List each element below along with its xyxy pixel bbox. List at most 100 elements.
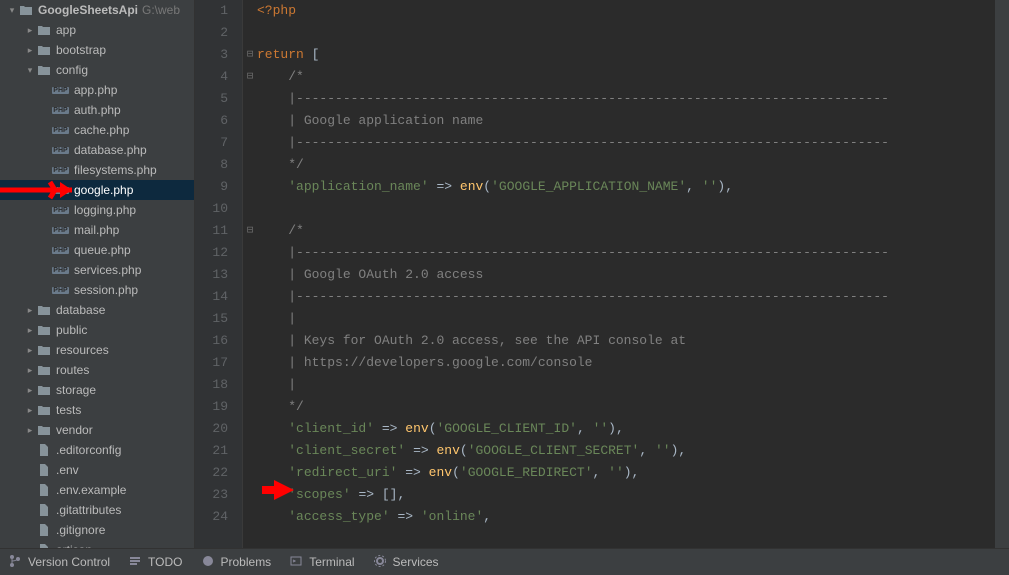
code-line[interactable]: |---------------------------------------… [257,286,995,308]
line-number[interactable]: 13 [195,264,228,286]
chevron-right-icon[interactable]: ▸ [24,25,36,36]
code-line[interactable]: 'client_id' => env('GOOGLE_CLIENT_ID', '… [257,418,995,440]
code-line[interactable]: 'redirect_uri' => env('GOOGLE_REDIRECT',… [257,462,995,484]
tool-tab-problems[interactable]: Problems [201,554,272,571]
tree-item-filesystems-php[interactable]: PHPfilesystems.php [0,160,194,180]
line-number[interactable]: 3 [195,44,228,66]
chevron-down-icon[interactable]: ▾ [24,65,36,76]
code-line[interactable]: | [257,374,995,396]
tree-item-public[interactable]: ▸public [0,320,194,340]
tree-item-google-php[interactable]: PHPgoogle.php [0,180,194,200]
code-line[interactable]: 'scopes' => [], [257,484,995,506]
code-line[interactable]: return [ [257,44,995,66]
project-tree-panel[interactable]: ▾GoogleSheetsApiG:\web▸app▸bootstrap▾con… [0,0,195,548]
code-line[interactable]: | [257,308,995,330]
tree-item-mail-php[interactable]: PHPmail.php [0,220,194,240]
line-number[interactable]: 9 [195,176,228,198]
tree-item-services-php[interactable]: PHPservices.php [0,260,194,280]
chevron-right-icon[interactable]: ▸ [24,45,36,56]
code-line[interactable]: 'application_name' => env('GOOGLE_APPLIC… [257,176,995,198]
tree-item--gitignore[interactable]: .gitignore [0,520,194,540]
tree-item--gitattributes[interactable]: .gitattributes [0,500,194,520]
chevron-down-icon[interactable]: ▾ [6,5,18,16]
line-number[interactable]: 5 [195,88,228,110]
tree-item--env[interactable]: .env [0,460,194,480]
tree-item-artisan[interactable]: artisan [0,540,194,548]
tree-item-resources[interactable]: ▸resources [0,340,194,360]
code-line[interactable]: <?php [257,0,995,22]
line-number[interactable]: 18 [195,374,228,396]
tree-item--env-example[interactable]: .env.example [0,480,194,500]
code-line[interactable]: | Google OAuth 2.0 access [257,264,995,286]
code-line[interactable]: | Keys for OAuth 2.0 access, see the API… [257,330,995,352]
code-line[interactable]: | Google application name [257,110,995,132]
chevron-right-icon[interactable]: ▸ [24,425,36,436]
tree-item-bootstrap[interactable]: ▸bootstrap [0,40,194,60]
tool-tab-todo[interactable]: TODO [128,554,182,571]
code-line[interactable] [257,22,995,44]
fold-toggle-icon[interactable]: ⊟ [243,220,257,242]
chevron-right-icon[interactable]: ▸ [24,325,36,336]
line-number[interactable]: 1 [195,0,228,22]
tool-tab-services[interactable]: Services [373,554,439,571]
line-number[interactable]: 10 [195,198,228,220]
tree-item-database-php[interactable]: PHPdatabase.php [0,140,194,160]
tree-item-vendor[interactable]: ▸vendor [0,420,194,440]
tree-item-storage[interactable]: ▸storage [0,380,194,400]
editor-scrollbar[interactable] [995,0,1009,548]
code-editor[interactable]: 123456789101112131415161718192021222324 … [195,0,1009,548]
line-number[interactable]: 14 [195,286,228,308]
tree-item-config[interactable]: ▾config [0,60,194,80]
code-line[interactable]: |---------------------------------------… [257,88,995,110]
code-line[interactable]: | https://developers.google.com/console [257,352,995,374]
line-number[interactable]: 17 [195,352,228,374]
chevron-right-icon[interactable]: ▸ [24,405,36,416]
fold-toggle-icon[interactable]: ⊟ [243,44,257,66]
fold-column[interactable]: ⊟⊟⊟ [243,0,257,548]
line-number[interactable]: 7 [195,132,228,154]
tree-item-session-php[interactable]: PHPsession.php [0,280,194,300]
code-line[interactable]: 'client_secret' => env('GOOGLE_CLIENT_SE… [257,440,995,462]
line-number[interactable]: 21 [195,440,228,462]
code-line[interactable]: 'access_type' => 'online', [257,506,995,528]
code-line[interactable]: /* [257,220,995,242]
line-number[interactable]: 11 [195,220,228,242]
tool-tab-terminal[interactable]: Terminal [289,554,354,571]
line-number[interactable]: 16 [195,330,228,352]
fold-toggle-icon[interactable]: ⊟ [243,66,257,88]
tree-item-cache-php[interactable]: PHPcache.php [0,120,194,140]
line-number[interactable]: 8 [195,154,228,176]
chevron-right-icon[interactable]: ▸ [24,345,36,356]
tree-item-logging-php[interactable]: PHPlogging.php [0,200,194,220]
line-number[interactable]: 2 [195,22,228,44]
chevron-right-icon[interactable]: ▸ [24,305,36,316]
tree-item-routes[interactable]: ▸routes [0,360,194,380]
tree-item-GoogleSheetsApi[interactable]: ▾GoogleSheetsApiG:\web [0,0,194,20]
code-line[interactable]: */ [257,154,995,176]
line-number[interactable]: 24 [195,506,228,528]
chevron-right-icon[interactable]: ▸ [24,385,36,396]
tree-item-app[interactable]: ▸app [0,20,194,40]
code-line[interactable]: |---------------------------------------… [257,132,995,154]
line-number[interactable]: 12 [195,242,228,264]
tree-item-auth-php[interactable]: PHPauth.php [0,100,194,120]
tool-tab-version-control[interactable]: Version Control [8,554,110,571]
line-number[interactable]: 15 [195,308,228,330]
tree-item-database[interactable]: ▸database [0,300,194,320]
line-number[interactable]: 23 [195,484,228,506]
code-line[interactable]: /* [257,66,995,88]
code-line[interactable]: */ [257,396,995,418]
chevron-right-icon[interactable]: ▸ [24,365,36,376]
line-number[interactable]: 4 [195,66,228,88]
tree-item-tests[interactable]: ▸tests [0,400,194,420]
code-line[interactable]: |---------------------------------------… [257,242,995,264]
line-number[interactable]: 22 [195,462,228,484]
code-area[interactable]: <?php return [ /* |---------------------… [257,0,995,548]
tree-item-queue-php[interactable]: PHPqueue.php [0,240,194,260]
line-number[interactable]: 20 [195,418,228,440]
tree-item-app-php[interactable]: PHPapp.php [0,80,194,100]
line-number[interactable]: 6 [195,110,228,132]
tree-item--editorconfig[interactable]: .editorconfig [0,440,194,460]
line-number[interactable]: 19 [195,396,228,418]
code-line[interactable] [257,198,995,220]
